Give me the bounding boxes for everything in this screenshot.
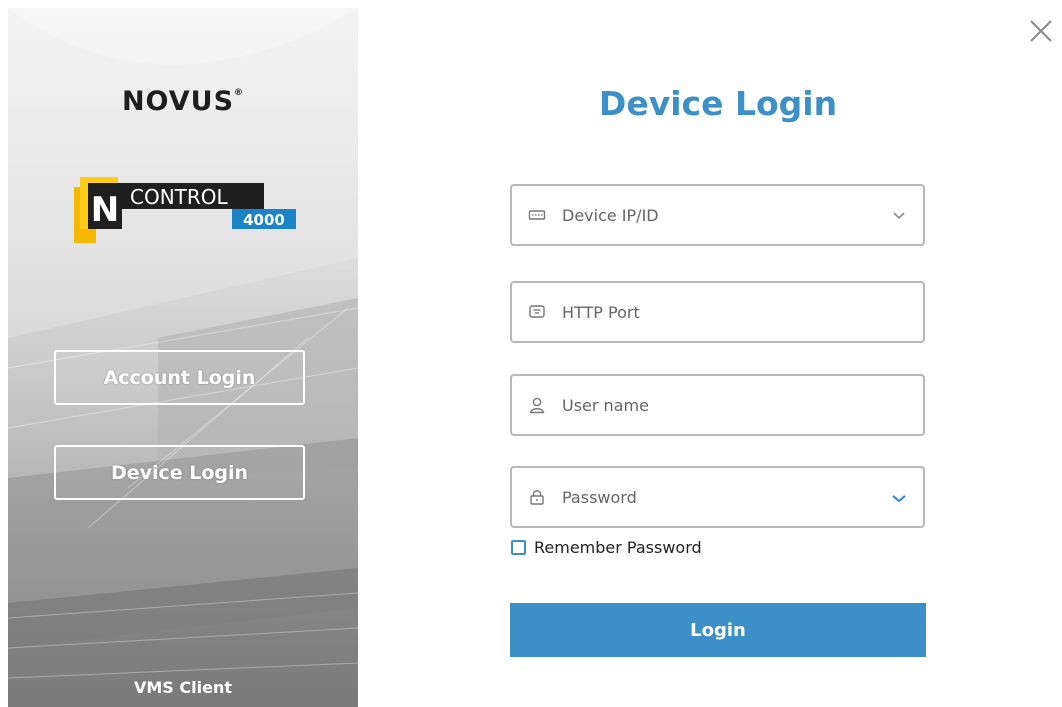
port-icon: [529, 305, 545, 318]
password-input[interactable]: [562, 477, 891, 517]
page-title: Device Login: [598, 84, 838, 123]
vms-client-label: VMS Client: [134, 678, 232, 697]
remember-password-checkbox[interactable]: [511, 539, 526, 555]
http-port-field[interactable]: [510, 281, 925, 343]
remember-password-row[interactable]: Remember Password: [511, 536, 702, 558]
device-icon: [528, 210, 546, 220]
logo-control-text: CONTROL: [130, 185, 229, 209]
device-ip-field[interactable]: [510, 184, 925, 246]
username-input[interactable]: [562, 385, 923, 425]
novus-logo: NOVUS®: [8, 86, 358, 117]
account-login-button[interactable]: Account Login: [54, 350, 305, 405]
ncontrol-logo: N CONTROL 4000: [74, 177, 296, 243]
close-icon[interactable]: [1027, 17, 1055, 45]
remember-password-label[interactable]: Remember Password: [534, 538, 702, 557]
password-field[interactable]: [510, 466, 925, 528]
user-icon: [529, 397, 545, 414]
logo-version-text: 4000: [243, 211, 285, 229]
lock-icon: [530, 490, 544, 505]
username-field[interactable]: [510, 374, 925, 436]
chevron-down-icon[interactable]: [891, 207, 907, 223]
device-login-button[interactable]: Device Login: [54, 445, 305, 500]
brand-name: NOVUS: [121, 86, 235, 117]
device-ip-input[interactable]: [562, 195, 891, 235]
left-panel: NOVUS® N CONTROL 4000 Account Login Devi…: [8, 8, 358, 707]
chevron-down-icon[interactable]: [891, 489, 907, 505]
logo-n-letter: N: [91, 190, 119, 230]
login-button[interactable]: Login: [510, 603, 926, 657]
registered-mark: ®: [234, 88, 245, 98]
http-port-input[interactable]: [562, 292, 923, 332]
